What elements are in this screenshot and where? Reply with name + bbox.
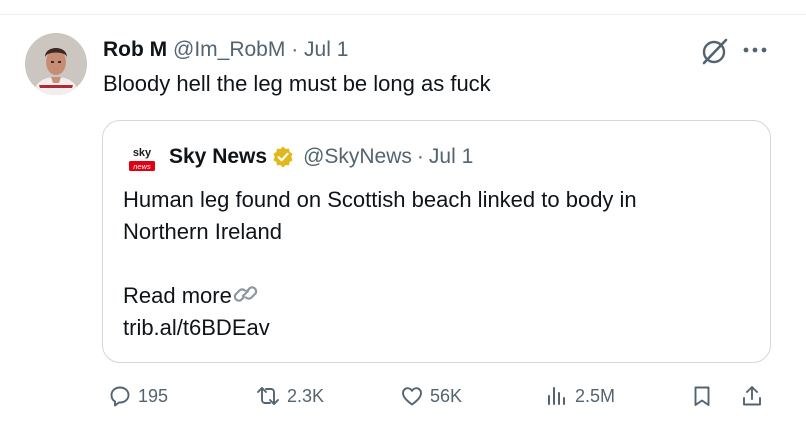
tweet-date[interactable]: Jul 1 <box>304 38 348 61</box>
views-bars-icon <box>548 387 565 405</box>
author-handle[interactable]: @Im_RobM <box>173 38 285 61</box>
bookmark-button[interactable] <box>690 384 714 408</box>
quoted-text-line: Human leg found on Scottish beach linked… <box>123 187 637 212</box>
quoted-tweet-text: Human leg found on Scottish beach linked… <box>123 184 743 344</box>
share-icon <box>743 386 761 406</box>
views-button[interactable]: 2.5M <box>545 384 615 408</box>
reply-count: 195 <box>138 385 169 406</box>
reply-button[interactable]: 195 <box>108 384 168 408</box>
grok-icon[interactable] <box>697 34 731 68</box>
quoted-link[interactable]: trib.al/t6BDEav <box>123 312 743 344</box>
bookmark-icon <box>694 386 710 406</box>
sky-news-avatar[interactable]: sky news <box>124 141 160 177</box>
more-icon[interactable] <box>740 38 770 62</box>
tweet-card[interactable]: Rob M @Im_RobM · Jul 1 Bloody hell the l… <box>0 0 806 434</box>
action-bar: 195 2.3K 56K 2.5M <box>0 380 806 420</box>
verified-badge-icon <box>271 145 295 169</box>
quoted-tweet[interactable]: sky news Sky News @SkyNews · Jul 1 Human… <box>102 120 771 363</box>
retweet-icon <box>257 387 279 405</box>
svg-text:sky: sky <box>133 147 152 159</box>
read-more-line: Read more <box>123 280 743 312</box>
heart-icon <box>402 387 422 406</box>
tweet-header: Rob M @Im_RobM · Jul 1 <box>103 37 348 63</box>
retweet-count: 2.3K <box>287 385 325 406</box>
read-more-label: Read more <box>123 283 232 308</box>
retweet-button[interactable]: 2.3K <box>255 384 324 408</box>
share-button[interactable] <box>740 384 764 408</box>
link-chain-icon <box>232 281 260 307</box>
svg-text:news: news <box>133 162 151 171</box>
like-count: 56K <box>430 385 463 406</box>
separator-dot: · <box>291 38 299 61</box>
separator-dot: · <box>416 145 424 168</box>
quoted-author-handle[interactable]: @SkyNews <box>303 144 412 170</box>
like-button[interactable]: 56K <box>400 384 462 408</box>
views-count: 2.5M <box>575 385 616 406</box>
quoted-text-line: Northern Ireland <box>123 219 282 244</box>
quoted-tweet-header: Sky News @SkyNews · Jul 1 <box>169 144 473 170</box>
divider <box>0 14 806 15</box>
author-name[interactable]: Rob M <box>103 38 167 61</box>
tweet-text: Bloody hell the leg must be long as fuck <box>103 71 491 96</box>
quoted-tweet-date[interactable]: Jul 1 <box>429 144 473 170</box>
quoted-author-name[interactable]: Sky News <box>169 144 267 170</box>
reply-icon <box>110 386 130 407</box>
avatar[interactable] <box>25 33 87 95</box>
